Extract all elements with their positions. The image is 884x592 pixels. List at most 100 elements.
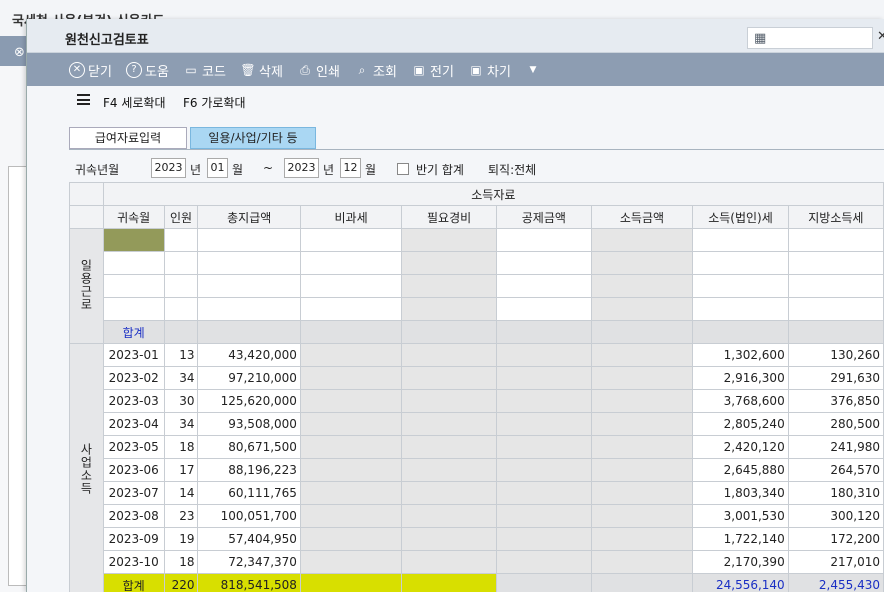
grid-cell[interactable] [495,228,592,252]
delete-button[interactable]: 🗑 삭제 [240,61,283,80]
total-cell[interactable]: 88,196,223 [197,458,301,482]
local-tax-cell[interactable]: 130,260 [787,343,884,367]
tax-cell[interactable]: 3,001,530 [692,504,789,528]
grid-cell [401,481,497,505]
to-month-field[interactable]: 12 [340,158,361,178]
tax-cell[interactable]: 3,768,600 [692,389,789,413]
grid-cell[interactable] [299,251,403,275]
half-total-checkbox[interactable] [397,163,409,175]
next-period-button[interactable]: ▣ 차기 [468,61,511,80]
count-cell[interactable]: 14 [163,481,199,505]
horizontal-expand-button[interactable]: F6 가로확대 [183,94,246,111]
tax-cell[interactable]: 2,916,300 [692,366,789,390]
count-cell[interactable]: 18 [163,550,199,574]
grid-cell[interactable] [299,274,403,298]
grid-cell[interactable] [197,228,301,252]
print-button[interactable]: ⎙ 인쇄 [297,61,340,80]
total-cell[interactable]: 60,111,765 [197,481,301,505]
local-tax-cell[interactable]: 264,570 [787,458,884,482]
local-tax-cell[interactable]: 172,200 [787,527,884,551]
menu-icon[interactable] [77,94,90,105]
tax-cell[interactable]: 2,420,120 [692,435,789,459]
grid-cell[interactable] [102,297,165,321]
total-cell[interactable]: 43,420,000 [197,343,301,367]
code-button[interactable]: ▭ 코드 [183,61,226,80]
grid-cell[interactable] [299,228,403,252]
month-cell[interactable]: 2023-08 [102,504,165,528]
month-cell[interactable]: 2023-01 [102,343,165,367]
month-cell[interactable]: 2023-10 [102,550,165,574]
grid-cell[interactable] [163,297,199,321]
close-button[interactable]: ✕ 닫기 [69,61,112,80]
prev-period-button[interactable]: ▣ 전기 [411,61,454,80]
count-cell[interactable]: 13 [163,343,199,367]
vertical-expand-button[interactable]: F4 세로확대 [103,94,166,111]
grid-cell[interactable] [495,274,592,298]
local-tax-cell[interactable]: 300,120 [787,504,884,528]
tax-cell[interactable]: 2,805,240 [692,412,789,436]
grid-cell[interactable] [102,251,165,275]
total-cell[interactable]: 72,347,370 [197,550,301,574]
total-cell[interactable]: 80,671,500 [197,435,301,459]
total-cell[interactable]: 57,404,950 [197,527,301,551]
total-cell[interactable]: 93,508,000 [197,412,301,436]
count-cell[interactable]: 19 [163,527,199,551]
total-cell[interactable]: 125,620,000 [197,389,301,413]
local-tax-cell[interactable]: 241,980 [787,435,884,459]
count-cell[interactable]: 34 [163,412,199,436]
total-cell[interactable]: 97,210,000 [197,366,301,390]
tax-cell[interactable]: 1,803,340 [692,481,789,505]
grid-cell[interactable] [197,251,301,275]
grid-cell[interactable] [163,251,199,275]
count-cell[interactable]: 23 [163,504,199,528]
grid-cell[interactable] [787,274,884,298]
from-year-field[interactable]: 2023 [151,158,186,178]
local-tax-cell[interactable]: 376,850 [787,389,884,413]
grid-cell[interactable] [692,228,789,252]
tab-payroll-input[interactable]: 급여자료입력 [69,127,187,149]
from-month-field[interactable]: 01 [207,158,228,178]
to-year-field[interactable]: 2023 [284,158,319,178]
lookup-button[interactable]: ⌕ 조회 [354,61,397,80]
tax-cell[interactable]: 1,302,600 [692,343,789,367]
grid-cell[interactable] [692,251,789,275]
grid-cell[interactable] [495,251,592,275]
grid-cell[interactable] [163,228,199,252]
month-cell[interactable]: 2023-06 [102,458,165,482]
month-cell[interactable]: 2023-04 [102,412,165,436]
grid-cell[interactable] [787,251,884,275]
tax-cell[interactable]: 2,645,880 [692,458,789,482]
grid-cell[interactable] [787,297,884,321]
count-cell[interactable]: 34 [163,366,199,390]
count-cell[interactable]: 30 [163,389,199,413]
local-tax-cell[interactable]: 180,310 [787,481,884,505]
local-tax-cell[interactable]: 280,500 [787,412,884,436]
grid-cell[interactable] [197,274,301,298]
month-cell[interactable]: 2023-05 [102,435,165,459]
grid-cell[interactable] [102,274,165,298]
local-tax-cell[interactable]: 217,010 [787,550,884,574]
window-close-icon[interactable]: ✕ [877,29,884,44]
local-tax-cell[interactable]: 291,630 [787,366,884,390]
grid-cell[interactable] [495,297,592,321]
month-cell[interactable]: 2023-07 [102,481,165,505]
grid-cell[interactable] [197,297,301,321]
grid-cell[interactable] [299,297,403,321]
tax-cell[interactable]: 1,722,140 [692,527,789,551]
total-cell[interactable]: 100,051,700 [197,504,301,528]
month-cell[interactable]: 2023-02 [102,366,165,390]
more-dropdown[interactable]: ▼ [525,61,544,79]
grid-cell[interactable] [692,274,789,298]
month-cell[interactable]: 2023-03 [102,389,165,413]
tax-cell[interactable]: 2,170,390 [692,550,789,574]
grid-cell[interactable] [163,274,199,298]
month-cell[interactable]: 2023-09 [102,527,165,551]
grid-cell[interactable] [102,228,165,252]
grid-cell[interactable] [692,297,789,321]
count-cell[interactable]: 17 [163,458,199,482]
grid-cell[interactable] [787,228,884,252]
tab-daily-business-other[interactable]: 일용/사업/기타 등 [190,127,316,149]
count-cell[interactable]: 18 [163,435,199,459]
help-button[interactable]: ? 도움 [126,61,169,80]
company-field[interactable]: ▦ [747,27,873,49]
